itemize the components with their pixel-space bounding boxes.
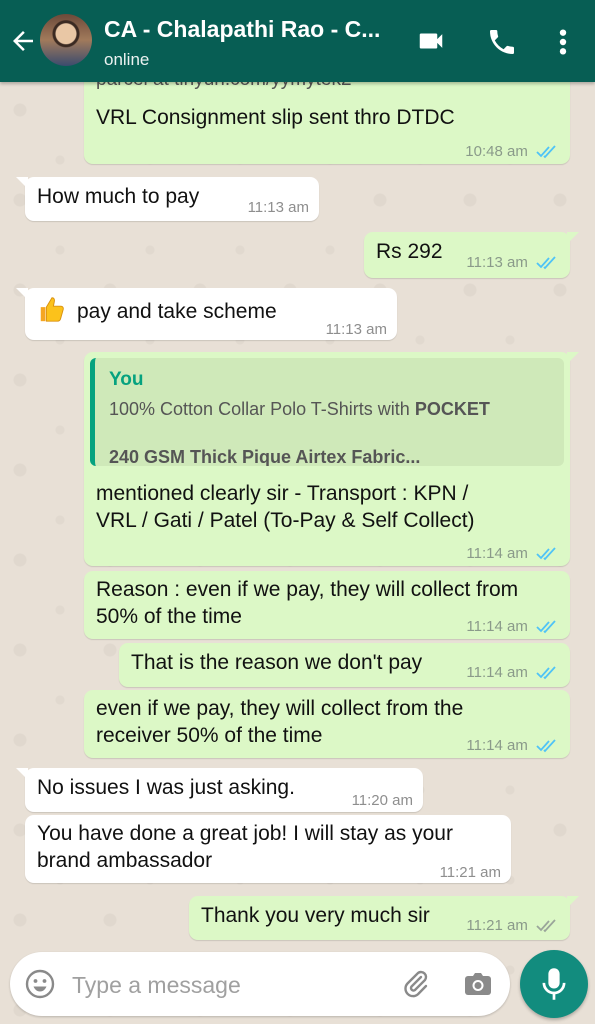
video-call-icon[interactable] (414, 26, 448, 56)
message-text: Rs 292 (376, 240, 443, 263)
message-text: pay and take scheme (77, 300, 277, 323)
message-bubble-incoming[interactable]: You have done a great job! I will stay a… (25, 815, 511, 883)
message-bubble-outgoing[interactable]: Thank you very much sir 11:21 am (189, 896, 579, 940)
phone-icon[interactable] (486, 26, 518, 58)
message-time: 11:21 am (466, 917, 528, 934)
message-meta: 11:14 am (466, 540, 558, 567)
chat-header: CA - Chalapathi Rao - C... online (0, 0, 595, 82)
message-meta: 11:13 am (466, 249, 558, 276)
avatar[interactable] (40, 14, 92, 66)
read-tick-icon (536, 256, 556, 270)
message-time: 11:14 am (466, 737, 528, 754)
quote-author: You (109, 369, 144, 390)
message-text: even if we pay, they will collect from t… (96, 697, 464, 720)
message-bubble-outgoing[interactable]: even if we pay, they will collect from t… (84, 690, 570, 758)
more-options-icon[interactable] (553, 26, 573, 58)
contact-name[interactable]: CA - Chalapathi Rao - C... (104, 16, 404, 43)
read-tick-icon (536, 620, 556, 634)
camera-icon[interactable] (462, 968, 494, 1000)
message-input[interactable] (70, 966, 374, 1004)
message-text: VRL / Gati / Patel (To-Pay & Self Collec… (96, 509, 475, 532)
message-meta: 10:48 am (465, 138, 558, 165)
attach-icon[interactable] (400, 968, 432, 1000)
message-time: 11:14 am (466, 618, 528, 635)
quote-text: 240 GSM Thick Pique Airtex Fabric... (109, 447, 421, 466)
message-time: 11:13 am (247, 199, 309, 216)
message-meta: 11:14 am (466, 659, 558, 686)
message-text: mentioned clearly sir - Transport : KPN … (96, 482, 469, 505)
message-text: You have done a great job! I will stay a… (37, 822, 453, 845)
mic-icon (542, 968, 566, 1000)
message-text: VRL Consignment slip sent thro DTDC (96, 106, 455, 129)
message-time: 11:13 am (325, 321, 387, 338)
message-text: 50% of the time (96, 605, 242, 628)
message-bubble-incoming[interactable]: pay and take scheme 11:13 am (16, 288, 397, 340)
message-meta: 11:21 am (466, 912, 558, 939)
message-meta: 11:14 am (466, 613, 558, 640)
message-bubble-outgoing[interactable]: Reason : even if we pay, they will colle… (84, 571, 570, 639)
message-time: 11:20 am (351, 792, 413, 809)
message-time: 11:14 am (466, 545, 528, 562)
message-meta: 11:14 am (466, 732, 558, 759)
message-bubble-outgoing[interactable]: Rs 292 11:13 am (364, 232, 579, 278)
message-text: receiver 50% of the time (96, 724, 323, 747)
message-time: 11:21 am (439, 864, 501, 881)
thumbs-up-emoji (40, 297, 64, 322)
message-bubble-incoming[interactable]: No issues I was just asking. 11:20 am (16, 768, 423, 812)
read-tick-icon (536, 145, 556, 159)
quote-text: 100% Cotton Collar Polo T-Shirts with PO… (109, 399, 490, 419)
message-bubble-incoming[interactable]: How much to pay 11:13 am (16, 177, 319, 221)
message-bubble-outgoing[interactable]: You 100% Cotton Collar Polo T-Shirts wit… (84, 352, 579, 567)
message-text: Reason : even if we pay, they will colle… (96, 578, 519, 601)
message-composer (10, 952, 510, 1016)
quoted-message[interactable]: You 100% Cotton Collar Polo T-Shirts wit… (90, 358, 564, 466)
message-text: No issues I was just asking. (37, 776, 295, 799)
message-time: 11:14 am (466, 664, 528, 681)
delivered-tick-icon (536, 919, 556, 933)
read-tick-icon (536, 666, 556, 680)
back-arrow-icon[interactable] (8, 26, 38, 56)
message-text: Thank you very much sir (201, 904, 430, 927)
message-time: 10:48 am (465, 143, 528, 160)
message-text: That is the reason we don't pay (131, 651, 423, 674)
message-text: brand ambassador (37, 849, 213, 872)
contact-status: online (104, 50, 150, 69)
message-time: 11:13 am (466, 254, 528, 271)
read-tick-icon (536, 739, 556, 753)
message-bubble-outgoing[interactable]: That is the reason we don't pay 11:14 am (119, 643, 570, 687)
voice-record-button[interactable] (520, 950, 588, 1018)
emoji-icon[interactable] (24, 968, 56, 1000)
read-tick-icon (536, 547, 556, 561)
message-text: How much to pay (37, 185, 200, 208)
